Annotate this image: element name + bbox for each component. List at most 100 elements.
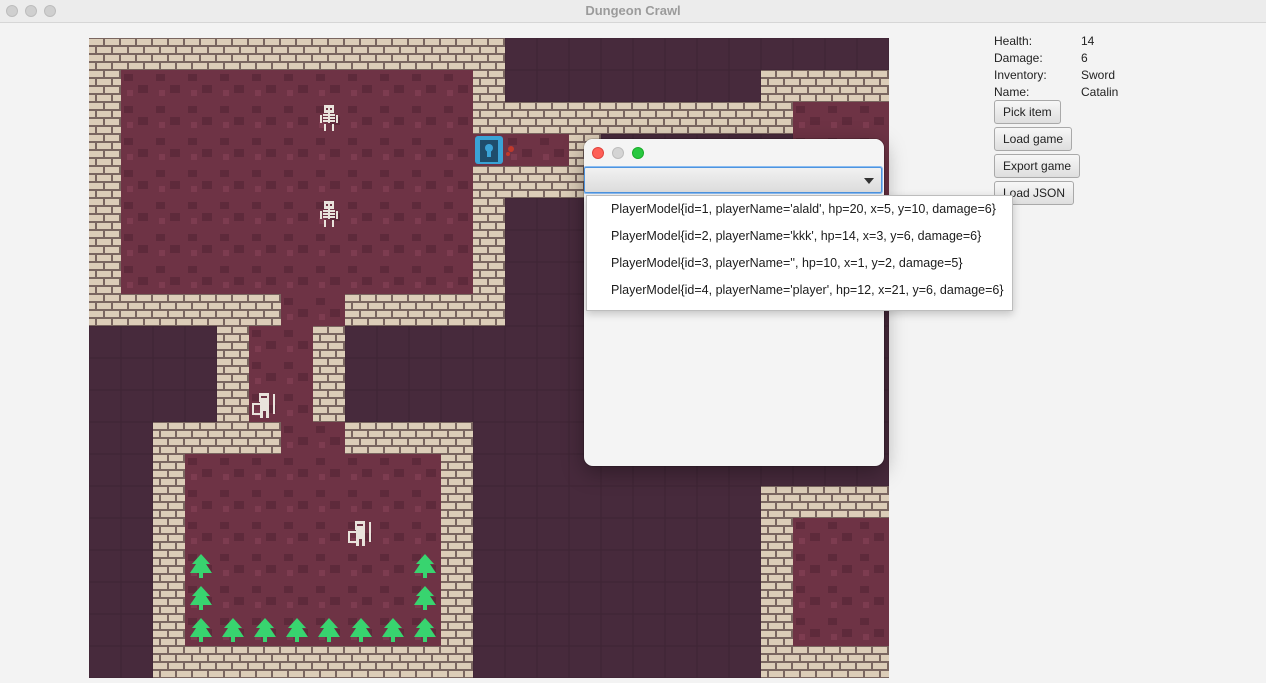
tile-floor	[409, 70, 441, 102]
dropdown-option[interactable]: PlayerModel{id=4, playerName='player', h…	[587, 277, 1012, 304]
tile-floor	[377, 550, 409, 582]
dropdown-option[interactable]: PlayerModel{id=3, playerName='', hp=10, …	[587, 250, 1012, 277]
tile-floor	[313, 454, 345, 486]
tile-floor	[345, 102, 377, 134]
tile-floor	[249, 102, 281, 134]
tile-floor	[217, 230, 249, 262]
tile-floor	[281, 422, 313, 454]
tile-floor	[345, 454, 377, 486]
tile-floor	[185, 102, 217, 134]
tile-floor	[153, 166, 185, 198]
tile-floor	[185, 454, 217, 486]
dialog-close-icon[interactable]	[592, 147, 604, 159]
tile-brick-wall	[633, 102, 665, 134]
tile-floor	[377, 582, 409, 614]
tile-knight	[249, 390, 281, 422]
tile-floor	[217, 518, 249, 550]
tile-floor	[185, 518, 217, 550]
tile-floor	[217, 166, 249, 198]
tile-tree	[377, 614, 409, 646]
tile-brick-wall	[473, 198, 505, 230]
export-game-button[interactable]: Export game	[994, 154, 1081, 178]
tile-brick-wall	[441, 422, 473, 454]
tile-floor	[217, 582, 249, 614]
tile-brick-wall	[217, 38, 249, 70]
tile-brick-wall	[793, 646, 825, 678]
tile-brick-wall	[377, 422, 409, 454]
tile-floor	[185, 166, 217, 198]
tile-floor	[249, 326, 281, 358]
tile-floor	[153, 134, 185, 166]
tile-brick-wall	[793, 70, 825, 102]
tile-brick-wall	[537, 166, 569, 198]
tile-brick-wall	[537, 102, 569, 134]
tile-brick-wall	[89, 230, 121, 262]
tile-tree	[409, 582, 441, 614]
tile-floor	[793, 550, 825, 582]
tile-floor	[409, 518, 441, 550]
tile-brick-wall	[89, 262, 121, 294]
window-title: Dungeon Crawl	[585, 3, 681, 18]
tile-skeleton	[313, 198, 345, 230]
tile-floor	[345, 486, 377, 518]
tile-floor	[377, 134, 409, 166]
dropdown-option[interactable]: PlayerModel{id=2, playerName='kkk', hp=1…	[587, 223, 1012, 250]
tile-floor	[281, 518, 313, 550]
tile-floor	[345, 550, 377, 582]
tile-brick-wall	[217, 358, 249, 390]
tile-floor	[217, 454, 249, 486]
tile-floor	[281, 102, 313, 134]
tile-brick-wall	[89, 294, 121, 326]
tile-floor	[217, 134, 249, 166]
tile-brick-wall	[89, 70, 121, 102]
tile-brick-wall	[249, 294, 281, 326]
tile-floor	[313, 582, 345, 614]
load-game-button[interactable]: Load game	[994, 127, 1073, 151]
tile-floor	[825, 550, 857, 582]
tile-floor	[441, 70, 473, 102]
tile-tree	[185, 582, 217, 614]
pick-item-button[interactable]: Pick item	[994, 100, 1061, 124]
tile-brick-wall	[441, 38, 473, 70]
tile-brick-wall	[345, 646, 377, 678]
tile-floor	[313, 550, 345, 582]
tile-brick-wall	[665, 102, 697, 134]
tile-brick-wall	[217, 326, 249, 358]
tile-floor	[825, 614, 857, 646]
tile-brick-wall	[409, 646, 441, 678]
dropdown-option[interactable]: PlayerModel{id=1, playerName='alald', hp…	[587, 196, 1012, 223]
tile-floor	[249, 134, 281, 166]
tile-floor	[281, 454, 313, 486]
door-icon[interactable]	[475, 136, 503, 164]
tile-brick-wall	[761, 518, 793, 550]
tile-brick-wall	[441, 646, 473, 678]
tile-floor	[121, 70, 153, 102]
saved-game-select[interactable]	[584, 167, 882, 193]
tile-brick-wall	[857, 646, 889, 678]
dialog-minimize-icon[interactable]	[612, 147, 624, 159]
tile-brick-wall	[185, 422, 217, 454]
tile-floor	[377, 486, 409, 518]
tile-brick-wall	[441, 582, 473, 614]
tile-brick-wall	[121, 294, 153, 326]
tile-brick-wall	[153, 614, 185, 646]
tile-brick-wall	[89, 198, 121, 230]
tile-brick-wall	[761, 614, 793, 646]
tile-knight	[345, 518, 377, 550]
tile-floor	[121, 230, 153, 262]
tile-floor	[281, 582, 313, 614]
tile-brick-wall	[729, 102, 761, 134]
inventory-value: Sword	[1081, 68, 1116, 82]
tile-brick-wall	[825, 70, 857, 102]
tile-brick-wall	[313, 646, 345, 678]
tile-floor	[441, 198, 473, 230]
dialog-zoom-icon[interactable]	[632, 147, 644, 159]
tile-floor	[313, 518, 345, 550]
tile-floor	[377, 102, 409, 134]
chevron-down-icon[interactable]	[864, 178, 874, 184]
tile-floor	[345, 166, 377, 198]
name-row: Name: Catalin	[994, 84, 1194, 101]
tile-floor	[345, 230, 377, 262]
tile-brick-wall	[345, 38, 377, 70]
tile-brick-wall	[249, 38, 281, 70]
